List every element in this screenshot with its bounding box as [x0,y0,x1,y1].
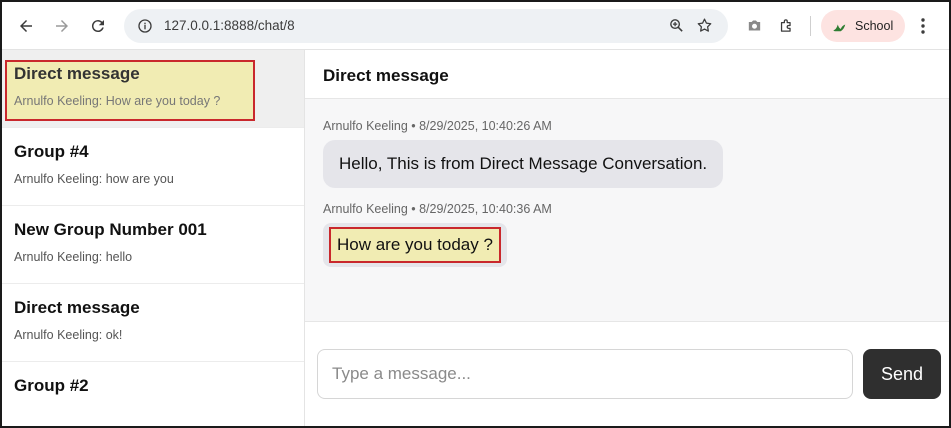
conversation-item-group-2[interactable]: Group #2 [2,362,304,426]
camera-icon[interactable] [740,12,768,40]
message-meta: Arnulfo Keeling • 8/29/2025, 10:40:26 AM [323,119,552,133]
conversation-preview: Arnulfo Keeling: how are you [14,172,174,186]
message-composer: Send [305,322,949,426]
message: Arnulfo Keeling • 8/29/2025, 10:40:36 AM… [323,202,931,267]
reload-button[interactable] [82,10,114,42]
message-list: Arnulfo Keeling • 8/29/2025, 10:40:26 AM… [305,99,949,322]
bookmark-star-icon[interactable] [690,12,718,40]
toolbar-divider [810,15,811,36]
conversation-header-title: Direct message [305,50,949,99]
message-input[interactable] [317,349,853,399]
conversation-pane: Direct message Arnulfo Keeling • 8/29/20… [305,50,949,426]
conversation-title: Direct message [14,298,140,317]
message: Arnulfo Keeling • 8/29/2025, 10:40:26 AM… [323,119,931,188]
profile-avatar-icon [833,24,846,31]
send-button[interactable]: Send [863,349,941,399]
more-menu-icon[interactable] [909,10,937,42]
browser-toolbar: 127.0.0.1:8888/chat/8 School [2,2,949,50]
conversation-item-new-group-001[interactable]: New Group Number 001 Arnulfo Keeling: he… [2,206,304,284]
conversation-list: Direct message Arnulfo Keeling: How are … [2,50,305,426]
message-text-highlighted: How are you today ? [329,227,501,263]
conversation-title: Group #4 [14,142,89,161]
conversation-preview: Arnulfo Keeling: hello [14,250,133,264]
conversation-preview: Arnulfo Keeling: How are you today ? [14,94,221,108]
url-text[interactable]: 127.0.0.1:8888/chat/8 [164,18,662,33]
conversation-preview: Arnulfo Keeling: ok! [14,328,123,342]
back-button[interactable] [10,10,42,42]
message-meta: Arnulfo Keeling • 8/29/2025, 10:40:36 AM [323,202,552,216]
arrow-left-icon [20,19,32,32]
chat-app: Direct message Arnulfo Keeling: How are … [2,50,949,426]
conversation-item-direct-message-active[interactable]: Direct message Arnulfo Keeling: How are … [2,50,304,128]
arrow-right-icon [56,19,68,32]
site-info-icon[interactable] [134,15,156,37]
message-bubble: How are you today ? [323,223,507,267]
forward-button[interactable] [46,10,78,42]
extensions-icon[interactable] [772,12,800,40]
conversation-title: Direct message [14,64,140,83]
zoom-icon[interactable] [662,12,690,40]
conversation-title: New Group Number 001 [14,220,207,239]
message-bubble: Hello, This is from Direct Message Conve… [323,140,724,188]
browser-window: 127.0.0.1:8888/chat/8 School Direct mess… [0,0,951,428]
profile-chip[interactable]: School [821,9,906,42]
profile-name: School [855,18,894,33]
address-bar[interactable]: 127.0.0.1:8888/chat/8 [124,8,728,43]
conversation-item-group-4[interactable]: Group #4 Arnulfo Keeling: how are you [2,128,304,206]
conversation-item-direct-message[interactable]: Direct message Arnulfo Keeling: ok! [2,284,304,362]
reload-icon [91,19,104,32]
conversation-title: Group #2 [14,376,89,395]
